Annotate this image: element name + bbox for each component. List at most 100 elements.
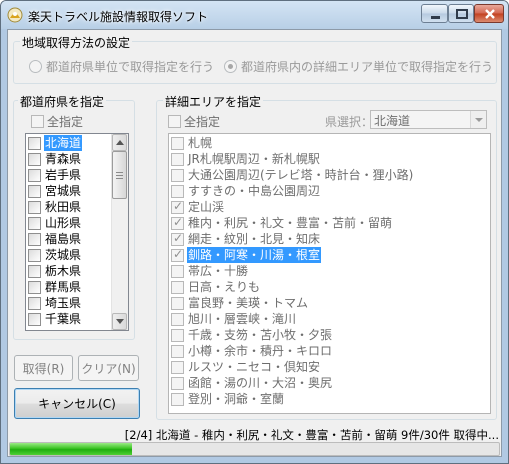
arrow-up-icon xyxy=(116,140,124,145)
checkbox[interactable] xyxy=(171,376,184,390)
scroll-thumb[interactable] xyxy=(112,151,127,199)
list-item[interactable]: 稚内・利尻・礼文・豊富・苫前・留萌 xyxy=(171,215,393,231)
checkbox[interactable] xyxy=(171,312,184,326)
close-icon xyxy=(485,9,495,19)
list-item-label: 富良野・美瑛・トマム xyxy=(188,296,309,310)
list-item[interactable]: 岩手県 xyxy=(28,167,82,183)
app-window: 楽天トラベル施設情報取得ソフト 地域取得方法の設定 都道府県単位で取得指定を行う… xyxy=(0,0,509,464)
list-item-label: 宮城県 xyxy=(45,184,82,198)
checkbox[interactable] xyxy=(171,199,184,214)
list-item-label: 旭川・層雲峡・滝川 xyxy=(188,312,297,326)
list-item-label: 群馬県 xyxy=(45,280,82,294)
checkbox[interactable] xyxy=(171,168,184,182)
list-item-label: 岩手県 xyxy=(45,168,82,182)
grip-icon xyxy=(116,178,123,179)
checkbox[interactable] xyxy=(171,264,184,278)
list-item[interactable]: 秋田県 xyxy=(28,199,82,215)
title-bar[interactable]: 楽天トラベル施設情報取得ソフト xyxy=(1,1,508,29)
list-item-label: 大通公園周辺(テレビ塔・時計台・狸小路) xyxy=(188,168,414,182)
clear-button[interactable]: クリア(N) xyxy=(78,355,139,381)
checkbox[interactable] xyxy=(28,152,41,166)
prefecture-select-value: 北海道 xyxy=(374,114,411,128)
checkbox[interactable] xyxy=(28,248,41,262)
list-item[interactable]: すすきの・中島公園周辺 xyxy=(171,183,321,199)
list-item[interactable]: 登別・洞爺・室蘭 xyxy=(171,391,285,407)
list-item[interactable]: 函館・湯の川・大沼・奥尻 xyxy=(171,375,333,391)
list-item[interactable]: 千歳・支笏・苫小牧・夕張 xyxy=(171,327,333,343)
checkbox[interactable] xyxy=(28,232,41,246)
mode-group: 地域取得方法の設定 都道府県単位で取得指定を行う 都道府県内の詳細エリア単位で取… xyxy=(13,34,497,84)
pref-select-label: 県選択： xyxy=(325,115,374,129)
app-icon xyxy=(7,7,23,23)
prefecture-check-all[interactable]: 全指定 xyxy=(31,113,83,130)
checkbox[interactable] xyxy=(28,264,41,278)
checkbox[interactable] xyxy=(171,344,184,358)
list-item[interactable]: 釧路・阿寒・川湯・根室 xyxy=(171,247,322,263)
list-item-label: 小樽・余市・積丹・キロロ xyxy=(188,344,333,358)
minimize-button[interactable] xyxy=(421,4,448,23)
vertical-scrollbar[interactable] xyxy=(111,134,128,330)
checkbox[interactable] xyxy=(171,360,184,374)
list-item[interactable]: 札幌 xyxy=(171,135,213,151)
list-item[interactable]: JR札幌駅周辺・新札幌駅 xyxy=(171,151,321,167)
list-item[interactable]: 山形県 xyxy=(28,215,82,231)
checkbox[interactable] xyxy=(28,312,41,326)
list-item[interactable]: 富良野・美瑛・トマム xyxy=(171,295,309,311)
area-list[interactable]: 札幌 JR札幌駅周辺・新札幌駅 大通公園周辺(テレビ塔・時計台・狸小路) すすきの・中… xyxy=(168,133,491,414)
list-item[interactable]: 宮城県 xyxy=(28,183,82,199)
list-item[interactable]: 千葉県 xyxy=(28,311,82,327)
checkbox[interactable] xyxy=(171,247,184,262)
maximize-button[interactable] xyxy=(448,4,474,23)
checkbox[interactable] xyxy=(28,168,41,182)
list-item[interactable]: 埼玉県 xyxy=(28,295,82,311)
fetch-button[interactable]: 取得(R) xyxy=(14,355,73,381)
area-check-all[interactable]: 全指定 xyxy=(168,113,220,130)
list-item[interactable]: 網走・紋別・北見・知床 xyxy=(171,231,321,247)
checkbox[interactable] xyxy=(28,184,41,198)
area-group: 詳細エリアを指定 全指定 県選択： 北海道 札幌 JR札幌駅周辺・新札幌駅 大通公園… xyxy=(156,93,497,420)
checkbox[interactable] xyxy=(171,280,184,294)
checkbox[interactable] xyxy=(28,296,41,310)
close-button[interactable] xyxy=(474,4,504,23)
checkbox[interactable] xyxy=(171,215,184,230)
list-item[interactable]: 青森県 xyxy=(28,151,82,167)
radio-dot xyxy=(224,60,237,73)
list-item-label: 福島県 xyxy=(45,232,82,246)
checkbox[interactable] xyxy=(171,152,184,166)
list-item[interactable]: 旭川・層雲峡・滝川 xyxy=(171,311,297,327)
checkbox[interactable] xyxy=(171,136,184,150)
list-item[interactable]: 日高・えりも xyxy=(171,279,261,295)
checkbox[interactable] xyxy=(28,200,41,214)
minimize-icon xyxy=(431,16,440,19)
list-item-label: すすきの・中島公園周辺 xyxy=(188,184,321,198)
list-item[interactable]: 福島県 xyxy=(28,231,82,247)
cancel-button[interactable]: キャンセル(C) xyxy=(14,388,140,419)
list-item-label: 帯広・十勝 xyxy=(188,264,249,278)
prefecture-list[interactable]: 北海道 青森県 岩手県宮城県 秋田県 山形県 福島県 茨城県 栃木県 群馬県 埼玉県 千葉県 xyxy=(25,133,129,331)
radio-prefecture-unit[interactable]: 都道府県単位で取得指定を行う xyxy=(29,58,214,75)
list-item[interactable]: 茨城県 xyxy=(28,247,82,263)
scroll-down-button[interactable] xyxy=(112,313,127,330)
checkbox[interactable] xyxy=(28,136,41,150)
checkbox[interactable] xyxy=(171,231,184,246)
list-item[interactable]: ルスツ・ニセコ・倶知安 xyxy=(171,359,321,375)
radio-label: 都道府県単位で取得指定を行う xyxy=(46,60,215,74)
list-item[interactable]: 帯広・十勝 xyxy=(171,263,249,279)
list-item[interactable]: 大通公園周辺(テレビ塔・時計台・狸小路) xyxy=(171,167,414,183)
checkbox[interactable] xyxy=(171,328,184,342)
list-item[interactable]: 小樽・余市・積丹・キロロ xyxy=(171,343,333,359)
list-item[interactable]: 群馬県 xyxy=(28,279,82,295)
list-item[interactable]: 北海道 xyxy=(28,135,83,151)
checkbox[interactable] xyxy=(171,184,184,198)
list-item-label: 千葉県 xyxy=(45,312,82,326)
checkbox[interactable] xyxy=(28,280,41,294)
checkbox[interactable] xyxy=(171,392,184,406)
radio-detail-area-unit[interactable]: 都道府県内の詳細エリア単位で取得指定を行う xyxy=(224,58,493,75)
prefecture-select[interactable]: 北海道 xyxy=(370,110,487,129)
checkbox[interactable] xyxy=(171,296,184,310)
area-group-title: 詳細エリアを指定 xyxy=(163,93,264,110)
checkbox[interactable] xyxy=(28,216,41,230)
list-item[interactable]: 栃木県 xyxy=(28,263,82,279)
list-item[interactable]: 定山渓 xyxy=(171,199,225,215)
scroll-up-button[interactable] xyxy=(112,134,127,151)
